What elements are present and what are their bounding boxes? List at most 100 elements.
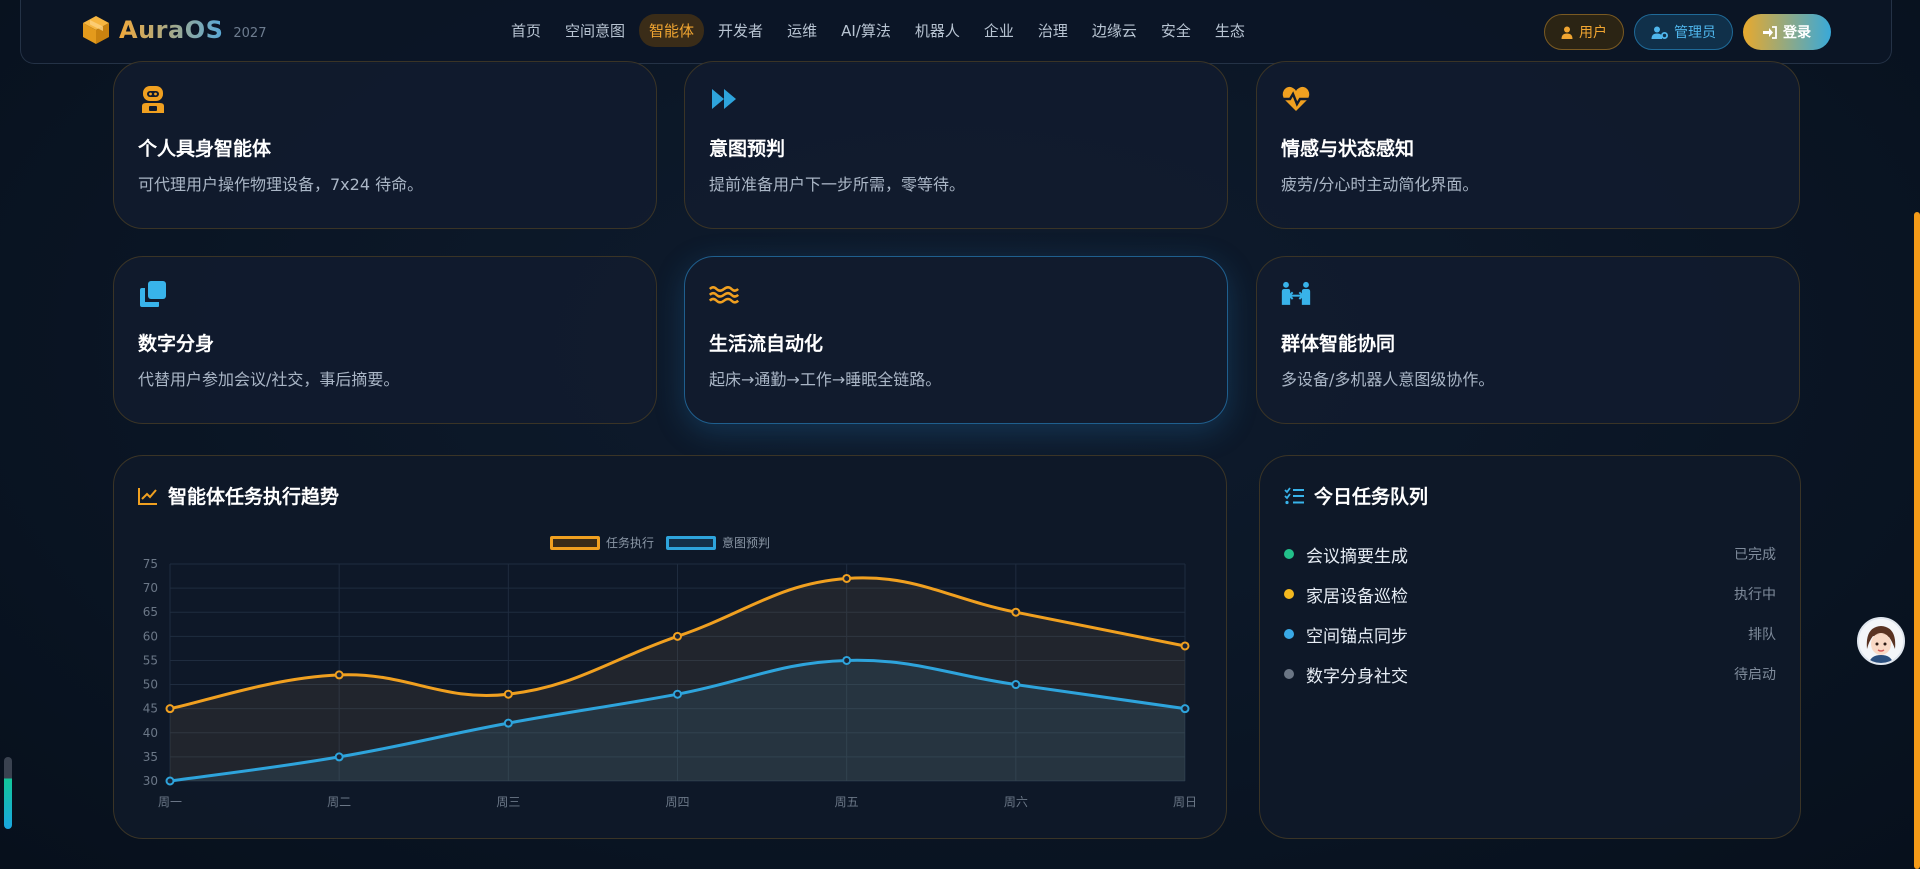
task-name: 会议摘要生成: [1306, 546, 1408, 567]
nav-agents[interactable]: 智能体: [639, 14, 705, 47]
admin-button-label: 管理员: [1674, 25, 1716, 41]
user-icon: [1561, 26, 1573, 39]
y-tick-label: 70: [143, 581, 158, 595]
data-point: [1011, 680, 1021, 690]
nav-edge-cloud[interactable]: 边缘云: [1082, 14, 1147, 47]
task-name: 空间锚点同步: [1306, 626, 1408, 647]
y-tick-label: 40: [143, 726, 158, 740]
robot-icon: [142, 86, 164, 113]
page-scrollbar[interactable]: [1914, 212, 1920, 869]
assistant-avatar[interactable]: [1857, 617, 1905, 665]
feature-card-lifeflow-automation[interactable]: 生活流自动化 起床→通勤→工作→睡眠全链路。: [684, 256, 1228, 424]
status-dot: [1284, 589, 1294, 599]
data-point: [673, 689, 682, 699]
feature-card-intent-prediction[interactable]: 意图预判 提前准备用户下一步所需，零等待。: [684, 61, 1228, 229]
task-item[interactable]: 会议摘要生成 已完成: [1284, 534, 1776, 574]
water-waves-icon: [708, 286, 740, 304]
x-tick-label: 周五: [835, 795, 859, 809]
data-point: [1011, 607, 1021, 617]
nav-developer[interactable]: 开发者: [708, 14, 773, 47]
top-navbar: AuraOS 2027 首页 空间意图 智能体 开发者 运维 AI/算法 机器人…: [20, 0, 1892, 64]
x-tick-label: 周二: [327, 795, 351, 809]
card-description: 可代理用户操作物理设备，7x24 待命。: [138, 175, 424, 194]
data-point: [334, 752, 344, 762]
admin-button[interactable]: 管理员: [1634, 14, 1733, 50]
task-item[interactable]: 家居设备巡检 执行中: [1284, 574, 1776, 614]
data-point: [842, 655, 852, 665]
data-point: [1180, 641, 1190, 651]
x-tick-label: 周三: [496, 795, 520, 809]
card-title: 群体智能协同: [1281, 333, 1396, 355]
brand-year: 2027: [233, 25, 267, 41]
task-status: 待启动: [1734, 667, 1776, 683]
sign-in-icon: [1763, 25, 1777, 39]
nav-ai-algorithm[interactable]: AI/算法: [831, 14, 901, 47]
card-title: 情感与状态感知: [1281, 138, 1415, 160]
task-list: 会议摘要生成 已完成 家居设备巡检 执行中 空间锚点同步 排队 数字分身社交 待…: [1284, 534, 1776, 694]
x-tick-label: 周日: [1173, 795, 1197, 809]
card-title: 个人具身智能体: [138, 138, 272, 160]
card-description: 多设备/多机器人意图级协作。: [1281, 370, 1495, 389]
card-description: 提前准备用户下一步所需，零等待。: [709, 175, 966, 194]
y-tick-label: 55: [143, 653, 158, 667]
nav-home[interactable]: 首页: [501, 14, 551, 47]
status-dot: [1284, 669, 1294, 679]
login-button[interactable]: 登录: [1743, 14, 1831, 50]
y-tick-label: 50: [143, 678, 158, 692]
data-point: [673, 631, 682, 641]
nav-enterprise[interactable]: 企业: [974, 14, 1024, 47]
nav-security[interactable]: 安全: [1151, 14, 1201, 47]
header-actions: 用户 管理员 登录: [1544, 14, 1831, 50]
nav-ecosystem[interactable]: 生态: [1205, 14, 1255, 47]
data-point: [165, 704, 175, 714]
fast-forward-icon: [712, 89, 736, 109]
data-point: [334, 670, 344, 680]
nav-spatial-intent[interactable]: 空间意图: [555, 14, 635, 47]
clone-icon: [140, 281, 166, 307]
nav-robot[interactable]: 机器人: [905, 14, 970, 47]
trend-chart-panel: 智能体任务执行趋势 任务执行 意图预判 30 35 40 45 50 55 60 65 70 75…: [113, 455, 1227, 839]
data-point: [1180, 704, 1190, 714]
card-title: 数字分身: [138, 333, 215, 355]
card-description: 代替用户参加会议/社交，事后摘要。: [138, 370, 400, 389]
x-tick-label: 周六: [1004, 795, 1028, 809]
nav-ops[interactable]: 运维: [777, 14, 827, 47]
user-button-label: 用户: [1579, 25, 1607, 41]
y-tick-label: 60: [143, 629, 158, 643]
main-nav: 首页 空间意图 智能体 开发者 运维 AI/算法 机器人 企业 治理 边缘云 安…: [501, 14, 1255, 47]
x-tick-label: 周四: [665, 795, 689, 809]
brand-logo[interactable]: AuraOS 2027: [81, 14, 266, 46]
brand-name: AuraOS: [119, 16, 224, 44]
queue-title: 今日任务队列: [1314, 486, 1429, 508]
card-description: 疲劳/分心时主动简化界面。: [1281, 175, 1479, 194]
task-name: 数字分身社交: [1306, 666, 1408, 687]
user-button[interactable]: 用户: [1544, 14, 1624, 50]
side-gauge: [4, 757, 12, 829]
feature-card-emotion-sensing[interactable]: 情感与状态感知 疲劳/分心时主动简化界面。: [1256, 61, 1800, 229]
y-tick-label: 45: [143, 702, 158, 716]
data-point: [503, 689, 513, 699]
task-queue-panel: 今日任务队列 会议摘要生成 已完成 家居设备巡检 执行中 空间锚点同步 排队 数…: [1259, 455, 1801, 839]
task-item[interactable]: 数字分身社交 待启动: [1284, 654, 1776, 694]
people-arrows-icon: [1281, 281, 1311, 305]
feature-card-embodied-agent[interactable]: 个人具身智能体 可代理用户操作物理设备，7x24 待命。: [113, 61, 657, 229]
task-status: 排队: [1748, 627, 1776, 643]
y-tick-label: 35: [143, 750, 158, 764]
task-item[interactable]: 空间锚点同步 排队: [1284, 614, 1776, 654]
status-dot: [1284, 629, 1294, 639]
nav-governance[interactable]: 治理: [1028, 14, 1078, 47]
data-point: [842, 573, 852, 583]
task-name: 家居设备巡检: [1306, 586, 1408, 607]
y-tick-label: 65: [143, 605, 158, 619]
task-status: 已完成: [1734, 547, 1776, 563]
heart-pulse-icon: [1282, 86, 1310, 111]
card-title: 意图预判: [709, 138, 786, 160]
data-point: [503, 718, 513, 728]
card-title: 生活流自动化: [709, 333, 824, 355]
feature-card-swarm-collaboration[interactable]: 群体智能协同 多设备/多机器人意图级协作。: [1256, 256, 1800, 424]
cube-icon: [83, 16, 109, 44]
y-tick-label: 30: [143, 774, 158, 788]
list-check-icon: [1284, 486, 1304, 504]
line-chart: 30 35 40 45 50 55 60 65 70 75 周一 周二 周三 周四 周五 周六 周日: [143, 557, 1197, 809]
feature-card-digital-twin[interactable]: 数字分身 代替用户参加会议/社交，事后摘要。: [113, 256, 657, 424]
